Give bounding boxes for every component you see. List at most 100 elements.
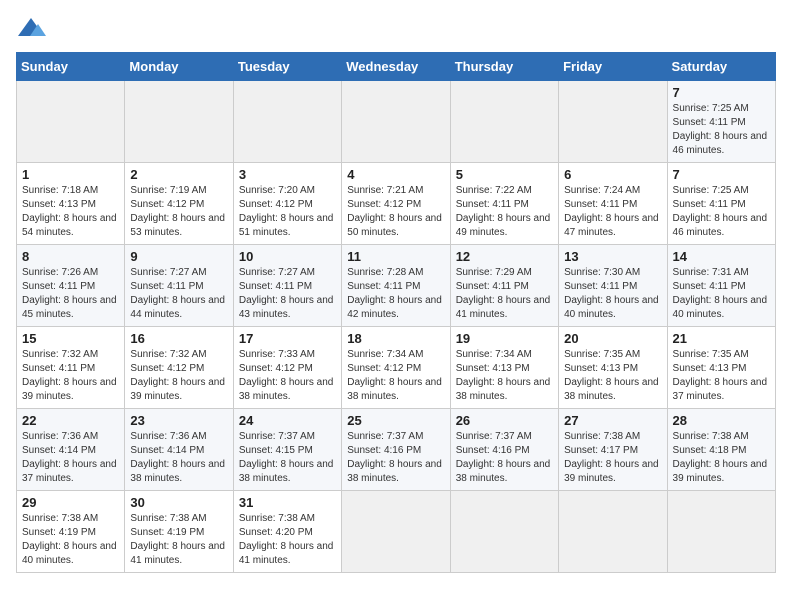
- day-info: Sunrise: 7:18 AM Sunset: 4:13 PM Dayligh…: [22, 184, 119, 240]
- calendar-cell: 10 Sunrise: 7:27 AM Sunset: 4:11 PM Dayl…: [233, 245, 341, 327]
- day-info: Sunrise: 7:25 AM Sunset: 4:11 PM Dayligh…: [673, 102, 770, 158]
- day-info: Sunrise: 7:35 AM Sunset: 4:13 PM Dayligh…: [673, 348, 770, 404]
- day-info: Sunrise: 7:28 AM Sunset: 4:11 PM Dayligh…: [347, 266, 444, 322]
- calendar-cell: 24 Sunrise: 7:37 AM Sunset: 4:15 PM Dayl…: [233, 409, 341, 491]
- day-number: 2: [130, 167, 227, 182]
- day-info: Sunrise: 7:34 AM Sunset: 4:12 PM Dayligh…: [347, 348, 444, 404]
- day-info: Sunrise: 7:34 AM Sunset: 4:13 PM Dayligh…: [456, 348, 553, 404]
- day-info: Sunrise: 7:32 AM Sunset: 4:11 PM Dayligh…: [22, 348, 119, 404]
- calendar-cell: 8 Sunrise: 7:26 AM Sunset: 4:11 PM Dayli…: [17, 245, 125, 327]
- day-info: Sunrise: 7:32 AM Sunset: 4:12 PM Dayligh…: [130, 348, 227, 404]
- calendar-cell: 4 Sunrise: 7:21 AM Sunset: 4:12 PM Dayli…: [342, 163, 450, 245]
- day-number: 7: [673, 85, 770, 100]
- day-number: 30: [130, 495, 227, 510]
- day-number: 1: [22, 167, 119, 182]
- calendar-cell: 2 Sunrise: 7:19 AM Sunset: 4:12 PM Dayli…: [125, 163, 233, 245]
- calendar-cell: 7 Sunrise: 7:25 AM Sunset: 4:11 PM Dayli…: [667, 81, 775, 163]
- day-number: 18: [347, 331, 444, 346]
- day-number: 14: [673, 249, 770, 264]
- calendar-week-row: 29 Sunrise: 7:38 AM Sunset: 4:19 PM Dayl…: [17, 491, 776, 573]
- calendar-header: SundayMondayTuesdayWednesdayThursdayFrid…: [17, 53, 776, 81]
- calendar-cell: [559, 491, 667, 573]
- calendar-cell: 27 Sunrise: 7:38 AM Sunset: 4:17 PM Dayl…: [559, 409, 667, 491]
- day-number: 26: [456, 413, 553, 428]
- day-info: Sunrise: 7:25 AM Sunset: 4:11 PM Dayligh…: [673, 184, 770, 240]
- calendar-cell: [233, 81, 341, 163]
- calendar-cell: 28 Sunrise: 7:38 AM Sunset: 4:18 PM Dayl…: [667, 409, 775, 491]
- calendar-week-row: 22 Sunrise: 7:36 AM Sunset: 4:14 PM Dayl…: [17, 409, 776, 491]
- day-header-sunday: Sunday: [17, 53, 125, 81]
- logo: [16, 16, 50, 40]
- calendar-body: 7 Sunrise: 7:25 AM Sunset: 4:11 PM Dayli…: [17, 81, 776, 573]
- calendar-cell: [125, 81, 233, 163]
- logo-icon: [16, 16, 46, 40]
- calendar-cell: 1 Sunrise: 7:18 AM Sunset: 4:13 PM Dayli…: [17, 163, 125, 245]
- day-number: 11: [347, 249, 444, 264]
- day-header-thursday: Thursday: [450, 53, 558, 81]
- day-number: 10: [239, 249, 336, 264]
- day-info: Sunrise: 7:33 AM Sunset: 4:12 PM Dayligh…: [239, 348, 336, 404]
- calendar-cell: 23 Sunrise: 7:36 AM Sunset: 4:14 PM Dayl…: [125, 409, 233, 491]
- day-number: 17: [239, 331, 336, 346]
- calendar-cell: 5 Sunrise: 7:22 AM Sunset: 4:11 PM Dayli…: [450, 163, 558, 245]
- calendar-week-row: 7 Sunrise: 7:25 AM Sunset: 4:11 PM Dayli…: [17, 81, 776, 163]
- calendar-week-row: 1 Sunrise: 7:18 AM Sunset: 4:13 PM Dayli…: [17, 163, 776, 245]
- header: [16, 16, 776, 40]
- calendar-cell: 13 Sunrise: 7:30 AM Sunset: 4:11 PM Dayl…: [559, 245, 667, 327]
- calendar-cell: [17, 81, 125, 163]
- day-info: Sunrise: 7:36 AM Sunset: 4:14 PM Dayligh…: [22, 430, 119, 486]
- day-number: 5: [456, 167, 553, 182]
- day-header-tuesday: Tuesday: [233, 53, 341, 81]
- calendar-cell: 18 Sunrise: 7:34 AM Sunset: 4:12 PM Dayl…: [342, 327, 450, 409]
- day-number: 12: [456, 249, 553, 264]
- day-info: Sunrise: 7:38 AM Sunset: 4:19 PM Dayligh…: [22, 512, 119, 568]
- calendar-cell: 17 Sunrise: 7:33 AM Sunset: 4:12 PM Dayl…: [233, 327, 341, 409]
- day-info: Sunrise: 7:35 AM Sunset: 4:13 PM Dayligh…: [564, 348, 661, 404]
- calendar-week-row: 15 Sunrise: 7:32 AM Sunset: 4:11 PM Dayl…: [17, 327, 776, 409]
- calendar-cell: [559, 81, 667, 163]
- day-header-monday: Monday: [125, 53, 233, 81]
- calendar-cell: 3 Sunrise: 7:20 AM Sunset: 4:12 PM Dayli…: [233, 163, 341, 245]
- calendar-cell: 30 Sunrise: 7:38 AM Sunset: 4:19 PM Dayl…: [125, 491, 233, 573]
- day-info: Sunrise: 7:20 AM Sunset: 4:12 PM Dayligh…: [239, 184, 336, 240]
- day-number: 19: [456, 331, 553, 346]
- day-info: Sunrise: 7:27 AM Sunset: 4:11 PM Dayligh…: [239, 266, 336, 322]
- calendar-cell: 22 Sunrise: 7:36 AM Sunset: 4:14 PM Dayl…: [17, 409, 125, 491]
- day-number: 25: [347, 413, 444, 428]
- day-number: 16: [130, 331, 227, 346]
- calendar-cell: [450, 81, 558, 163]
- calendar-cell: 12 Sunrise: 7:29 AM Sunset: 4:11 PM Dayl…: [450, 245, 558, 327]
- day-info: Sunrise: 7:29 AM Sunset: 4:11 PM Dayligh…: [456, 266, 553, 322]
- day-number: 28: [673, 413, 770, 428]
- day-number: 23: [130, 413, 227, 428]
- day-header-saturday: Saturday: [667, 53, 775, 81]
- day-info: Sunrise: 7:26 AM Sunset: 4:11 PM Dayligh…: [22, 266, 119, 322]
- day-info: Sunrise: 7:37 AM Sunset: 4:16 PM Dayligh…: [347, 430, 444, 486]
- calendar-table: SundayMondayTuesdayWednesdayThursdayFrid…: [16, 52, 776, 573]
- calendar-cell: 26 Sunrise: 7:37 AM Sunset: 4:16 PM Dayl…: [450, 409, 558, 491]
- calendar-cell: 15 Sunrise: 7:32 AM Sunset: 4:11 PM Dayl…: [17, 327, 125, 409]
- day-info: Sunrise: 7:31 AM Sunset: 4:11 PM Dayligh…: [673, 266, 770, 322]
- day-info: Sunrise: 7:36 AM Sunset: 4:14 PM Dayligh…: [130, 430, 227, 486]
- day-info: Sunrise: 7:21 AM Sunset: 4:12 PM Dayligh…: [347, 184, 444, 240]
- day-number: 15: [22, 331, 119, 346]
- day-number: 31: [239, 495, 336, 510]
- day-info: Sunrise: 7:38 AM Sunset: 4:17 PM Dayligh…: [564, 430, 661, 486]
- day-number: 3: [239, 167, 336, 182]
- day-info: Sunrise: 7:24 AM Sunset: 4:11 PM Dayligh…: [564, 184, 661, 240]
- day-info: Sunrise: 7:22 AM Sunset: 4:11 PM Dayligh…: [456, 184, 553, 240]
- calendar-cell: 9 Sunrise: 7:27 AM Sunset: 4:11 PM Dayli…: [125, 245, 233, 327]
- calendar-cell: 11 Sunrise: 7:28 AM Sunset: 4:11 PM Dayl…: [342, 245, 450, 327]
- day-info: Sunrise: 7:38 AM Sunset: 4:18 PM Dayligh…: [673, 430, 770, 486]
- day-info: Sunrise: 7:38 AM Sunset: 4:19 PM Dayligh…: [130, 512, 227, 568]
- calendar-cell: [667, 491, 775, 573]
- calendar-cell: 21 Sunrise: 7:35 AM Sunset: 4:13 PM Dayl…: [667, 327, 775, 409]
- day-number: 21: [673, 331, 770, 346]
- calendar-week-row: 8 Sunrise: 7:26 AM Sunset: 4:11 PM Dayli…: [17, 245, 776, 327]
- calendar-cell: [342, 81, 450, 163]
- calendar-cell: 6 Sunrise: 7:24 AM Sunset: 4:11 PM Dayli…: [559, 163, 667, 245]
- day-header-wednesday: Wednesday: [342, 53, 450, 81]
- calendar-cell: 7 Sunrise: 7:25 AM Sunset: 4:11 PM Dayli…: [667, 163, 775, 245]
- calendar-cell: 31 Sunrise: 7:38 AM Sunset: 4:20 PM Dayl…: [233, 491, 341, 573]
- calendar-header-row: SundayMondayTuesdayWednesdayThursdayFrid…: [17, 53, 776, 81]
